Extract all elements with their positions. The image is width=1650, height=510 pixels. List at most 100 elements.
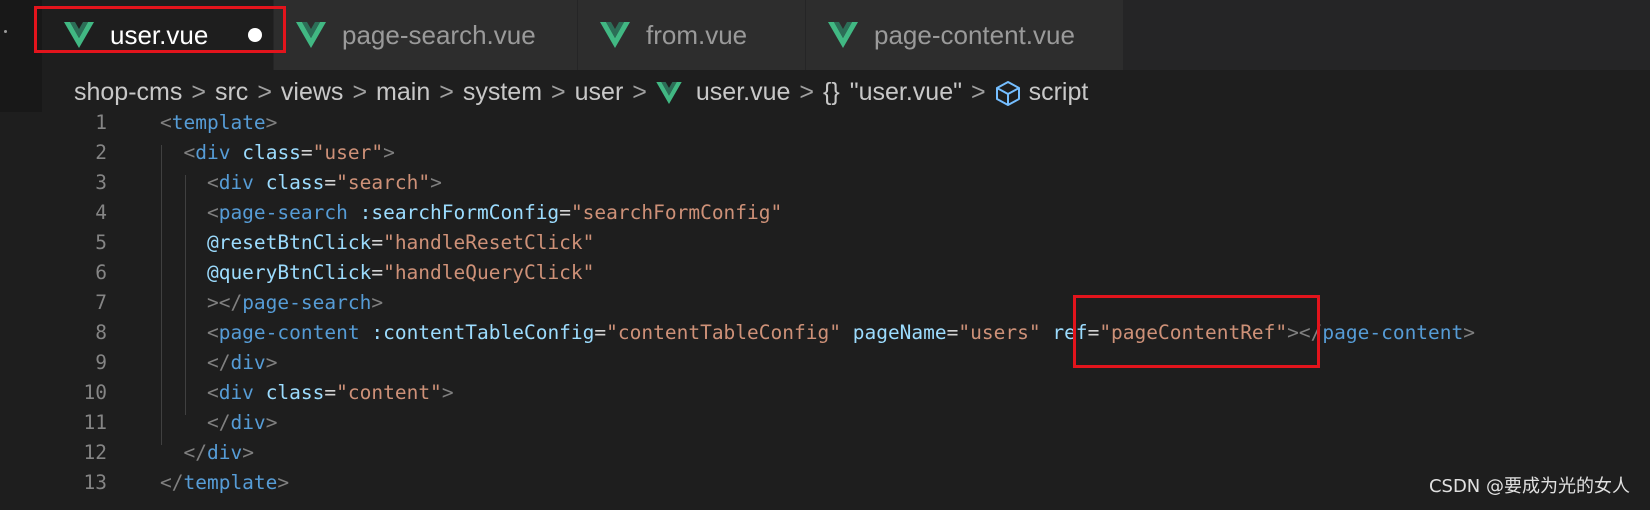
code-token-punc: >: [242, 441, 254, 464]
code-token-punc: >: [441, 381, 454, 404]
vue-logo-icon: [656, 81, 682, 104]
cube-icon: [995, 80, 1020, 106]
code-token-tag: page-search: [242, 291, 372, 314]
tab-page-search-vue[interactable]: page-search.vue: [274, 0, 578, 70]
line-number: 4: [95, 201, 107, 224]
code-token-punc: >: [265, 111, 278, 134]
code-token-op: =: [559, 201, 571, 224]
code-line[interactable]: 11 </div>: [42, 408, 1650, 438]
breadcrumb-item-src[interactable]: src: [215, 78, 248, 107]
breadcrumb-item-file[interactable]: user.vue: [696, 78, 791, 107]
code-line[interactable]: 12 </div>: [42, 438, 1650, 468]
code-token-tag: div: [230, 351, 266, 374]
line-number: 5: [95, 231, 107, 254]
code-text: <div class="content">: [160, 378, 454, 408]
code-token-punc: >: [1463, 321, 1476, 344]
code-token-punc: >: [265, 411, 278, 434]
code-token-op: [348, 201, 360, 224]
code-text: </div>: [160, 438, 254, 468]
vue-logo-icon: [296, 22, 326, 48]
code-token-str: "contentTableConfig": [606, 321, 841, 344]
line-number: 1: [95, 111, 107, 134]
vue-logo-icon: [600, 22, 630, 48]
editor-window: user.vue page-search.vue from.vue page-c…: [0, 0, 1650, 510]
code-line[interactable]: 5 @resetBtnClick="handleResetClick": [42, 228, 1650, 258]
code-token-punc: <: [160, 321, 219, 344]
code-line[interactable]: 8 <page-content :contentTableConfig="con…: [42, 318, 1650, 348]
breadcrumb-item-section[interactable]: script: [1029, 78, 1089, 107]
code-text: <div class="user">: [160, 138, 395, 168]
breadcrumb-separator: >: [257, 78, 272, 106]
watermark: CSDN @要成为光的女人: [1428, 476, 1630, 497]
code-token-op: [360, 321, 372, 344]
code-token-op: =: [324, 171, 337, 194]
braces-icon: {}: [823, 78, 840, 106]
active-tab-highlight-box: [34, 6, 286, 53]
breadcrumb-separator: >: [970, 78, 986, 106]
code-token-punc: <: [160, 111, 172, 134]
code-token-punc: </: [160, 441, 207, 464]
left-panel-edge: [0, 0, 42, 510]
breadcrumb-separator: >: [632, 78, 647, 106]
tab-from-vue[interactable]: from.vue: [578, 0, 806, 70]
code-text: <page-search :searchFormConfig="searchFo…: [160, 198, 782, 228]
code-token-op: [254, 381, 266, 404]
code-line[interactable]: 9 </div>: [42, 348, 1650, 378]
line-number: 12: [83, 441, 107, 464]
breadcrumb-item-main[interactable]: main: [376, 78, 430, 107]
code-token-op: [254, 171, 266, 194]
code-token-op: [841, 321, 853, 344]
breadcrumb-item-user[interactable]: user: [575, 78, 624, 107]
code-token-tag: template: [183, 471, 278, 494]
breadcrumb-item-system[interactable]: system: [463, 78, 542, 107]
code-line[interactable]: 7 ></page-search>: [42, 288, 1650, 318]
code-token-op: =: [324, 381, 337, 404]
code-text: </template>: [160, 468, 289, 498]
code-text: </div>: [160, 348, 277, 378]
line-number: 6: [95, 261, 107, 284]
line-number: 8: [95, 321, 107, 344]
code-token-str: "users": [958, 321, 1041, 344]
code-text: </div>: [160, 408, 277, 438]
code-token-attr: class: [265, 381, 325, 404]
code-token-punc: <: [160, 171, 219, 194]
code-text: @queryBtnClick="handleQueryClick": [160, 258, 594, 288]
code-token-str: "handleResetClick": [383, 231, 595, 254]
code-line[interactable]: 4 <page-search :searchFormConfig="search…: [42, 198, 1650, 228]
breadcrumb-item-symbol[interactable]: "user.vue": [850, 78, 962, 107]
breadcrumb-separator: >: [439, 78, 454, 106]
line-number: 11: [83, 411, 107, 434]
code-line[interactable]: 13 </template>: [42, 468, 1650, 498]
code-token-tag: page-content: [1322, 321, 1464, 344]
code-token-tag: template: [171, 111, 266, 134]
code-token-str: "content": [336, 381, 442, 404]
code-text: @resetBtnClick="handleResetClick": [160, 228, 594, 258]
breadcrumb-item-shop-cms[interactable]: shop-cms: [74, 78, 182, 107]
code-token-punc: <: [160, 381, 219, 404]
code-line[interactable]: 10 <div class="content">: [42, 378, 1650, 408]
breadcrumb-item-views[interactable]: views: [281, 78, 344, 107]
code-token-punc: >: [430, 171, 442, 194]
code-token-tag: div: [195, 141, 231, 164]
code-token-tag: div: [206, 441, 243, 464]
breadcrumb-separator: >: [551, 78, 566, 106]
code-line[interactable]: 1 <template>: [42, 108, 1650, 138]
code-token-attr: @resetBtnClick: [160, 231, 372, 254]
panel-dot-icon: [4, 30, 7, 33]
code-line[interactable]: 6 @queryBtnClick="handleQueryClick": [42, 258, 1650, 288]
code-token-op: =: [371, 231, 384, 254]
code-token-attr: :contentTableConfig: [371, 321, 595, 344]
tab-page-content-vue[interactable]: page-content.vue: [806, 0, 1124, 70]
code-token-str: "user": [312, 141, 384, 164]
code-line[interactable]: 3 <div class="search">: [42, 168, 1650, 198]
code-token-punc: >: [371, 291, 384, 314]
code-editor[interactable]: 1 <template> 2 <div class="user"> 3 <div cl…: [42, 111, 1650, 510]
code-token-str: "search": [336, 171, 431, 194]
code-token-attr: class: [265, 171, 325, 194]
code-token-attr: @queryBtnClick: [160, 261, 372, 284]
code-token-op: =: [946, 321, 959, 344]
code-token-tag: page-content: [218, 321, 360, 344]
code-line[interactable]: 2 <div class="user">: [42, 138, 1650, 168]
code-token-punc: >: [383, 141, 395, 164]
breadcrumb-separator: >: [191, 78, 206, 106]
